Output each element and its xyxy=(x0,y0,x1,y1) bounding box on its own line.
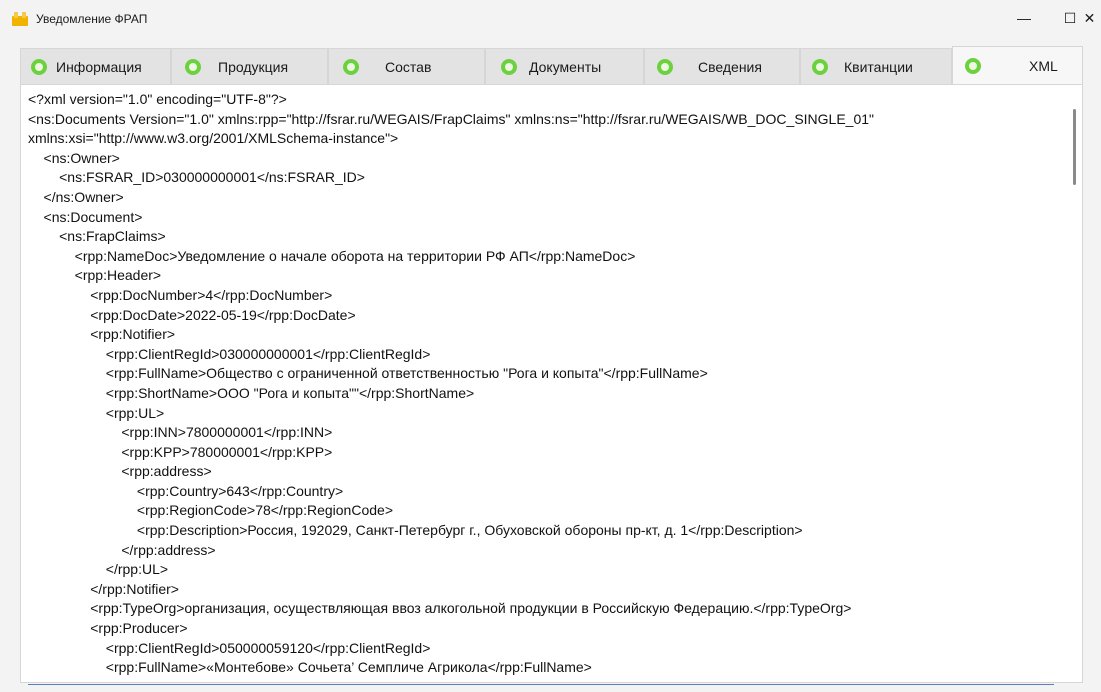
tab-label: Состав xyxy=(385,58,432,75)
xml-line: <rpp:Producer> xyxy=(28,620,188,637)
status-circle-icon xyxy=(812,58,828,75)
window-title: Уведомление ФРАП xyxy=(36,12,148,26)
status-circle-icon xyxy=(343,58,359,75)
xml-line: <?xml version="1.0" encoding="UTF-8"?> xyxy=(28,91,287,107)
tab-information[interactable]: Информация xyxy=(20,48,171,84)
status-circle-icon xyxy=(965,57,981,74)
focus-underline xyxy=(28,684,1054,685)
xml-line: </rpp:address> xyxy=(28,541,216,558)
close-icon: ✕ xyxy=(1083,9,1096,26)
xml-line: <ns:Document> xyxy=(28,208,143,225)
minimize-icon: — xyxy=(1017,10,1031,26)
tab-label: Сведения xyxy=(698,58,762,75)
xml-line: <rpp:ClientRegId>050000059120</rpp:Clien… xyxy=(28,639,431,656)
tab-bar: Информация Продукция Состав Документы Св… xyxy=(20,46,1083,84)
app-logo-icon xyxy=(12,12,28,26)
xml-line: <rpp:FullName>«Монтебове» Сочьета’ Семпл… xyxy=(28,659,592,676)
vertical-scrollbar[interactable] xyxy=(1073,109,1076,185)
close-button[interactable]: ✕ xyxy=(1078,0,1101,36)
tab-label: Информация xyxy=(56,58,142,75)
tab-xml[interactable]: XML xyxy=(952,46,1083,84)
xml-line: <rpp:ShortName>ООО "Рога и копыта""</rpp… xyxy=(28,384,475,401)
xml-line: <ns:FSRAR_ID>030000000001</ns:FSRAR_ID> xyxy=(28,169,365,186)
xml-line: xmlns:xsi="http://www.w3.org/2001/XMLSch… xyxy=(28,130,399,147)
tab-details[interactable]: Сведения xyxy=(644,48,800,84)
xml-line: <rpp:NameDoc>Уведомление о начале оборот… xyxy=(28,247,636,264)
status-circle-icon xyxy=(501,58,517,75)
xml-line: <rpp:FullName>Общество с ограниченной от… xyxy=(28,365,708,382)
xml-line: <rpp:Country>643</rpp:Country> xyxy=(28,482,344,499)
xml-line: <ns:Owner> xyxy=(28,149,120,166)
tab-documents[interactable]: Документы xyxy=(485,48,644,84)
xml-line: <rpp:RegionCode>78</rpp:RegionCode> xyxy=(28,502,393,519)
xml-line: <rpp:UL> xyxy=(28,404,165,421)
xml-line: </rpp:Notifier> xyxy=(28,580,179,597)
xml-line: </rpp:UL> xyxy=(28,561,169,578)
xml-line: <rpp:INN>7800000001</rpp:INN> xyxy=(28,424,333,441)
app-window: Уведомление ФРАП — ☐ ✕ Информация Продук… xyxy=(0,0,1101,692)
xml-line: <rpp:Notifier> xyxy=(28,326,176,343)
tab-receipts[interactable]: Квитанции xyxy=(800,48,952,84)
xml-line: <rpp:address> xyxy=(28,463,212,480)
status-circle-icon xyxy=(31,58,47,75)
xml-line: <rpp:Header> xyxy=(28,267,162,284)
tab-label: Продукция xyxy=(218,58,289,75)
xml-line: </ns:Owner> xyxy=(28,188,124,205)
xml-panel: <?xml version="1.0" encoding="UTF-8"?> <n… xyxy=(20,84,1083,683)
xml-line: <rpp:KPP>780000001</rpp:KPP> xyxy=(28,443,333,460)
status-circle-icon xyxy=(657,58,673,75)
xml-text-area[interactable]: <?xml version="1.0" encoding="UTF-8"?> <n… xyxy=(28,90,1048,678)
xml-line: <rpp:TypeOrg>организация, осуществляющая… xyxy=(28,600,852,617)
xml-line: <ns:Documents Version="1.0" xmlns:rpp="h… xyxy=(28,110,875,127)
xml-line: <rpp:DocDate>2022-05-19</rpp:DocDate> xyxy=(28,306,356,323)
tab-label: XML xyxy=(1029,57,1058,74)
title-bar[interactable]: Уведомление ФРАП — ☐ ✕ xyxy=(0,0,1101,40)
tab-label: Документы xyxy=(529,58,602,75)
tab-products[interactable]: Продукция xyxy=(171,48,328,84)
xml-line: <rpp:ClientRegId>030000000001</rpp:Clien… xyxy=(28,345,431,362)
status-circle-icon xyxy=(185,58,201,75)
minimize-button[interactable]: — xyxy=(1001,0,1047,36)
tab-label: Квитанции xyxy=(844,58,913,75)
xml-line: <rpp:DocNumber>4</rpp:DocNumber> xyxy=(28,286,333,303)
maximize-icon: ☐ xyxy=(1063,9,1077,26)
tab-composition[interactable]: Состав xyxy=(328,48,485,84)
xml-line: <ns:FrapClaims> xyxy=(28,228,166,245)
xml-line: <rpp:Description>Россия, 192029, Санкт-П… xyxy=(28,522,803,539)
